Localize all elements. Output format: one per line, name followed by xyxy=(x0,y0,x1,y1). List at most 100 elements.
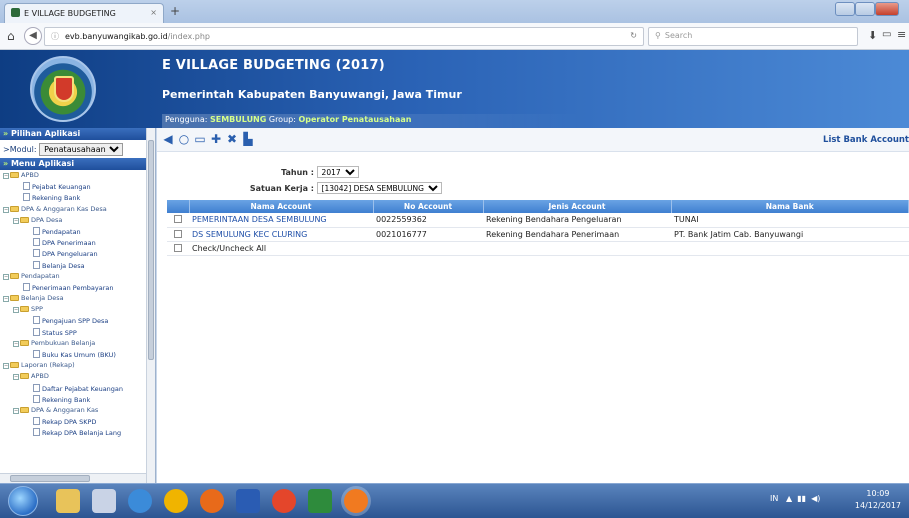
tree-folder[interactable]: − APBD xyxy=(0,372,155,383)
maximize-button[interactable] xyxy=(855,2,875,16)
tree-item[interactable]: Penerimaan Pembayaran xyxy=(0,282,155,294)
tree-item[interactable]: Pendapatan xyxy=(0,226,155,238)
tree-item[interactable]: DPA Pengeluaran xyxy=(0,249,155,260)
delete-icon[interactable]: ✖ xyxy=(225,132,239,147)
minimize-button[interactable] xyxy=(835,2,855,16)
tree-item[interactable]: Daftar Pejabat Keuangan xyxy=(0,383,155,395)
header-nama-bank[interactable]: Nama Bank xyxy=(671,200,909,213)
tree-folder[interactable]: − SPP xyxy=(0,305,155,316)
scrollbar-thumb[interactable] xyxy=(148,140,154,360)
add-icon[interactable]: ✚ xyxy=(209,132,223,147)
header-jenis-account[interactable]: Jenis Account xyxy=(483,200,672,213)
firefox-icon[interactable] xyxy=(344,489,368,513)
header-nama-account[interactable]: Nama Account xyxy=(189,200,374,213)
tray-arrow-icon[interactable]: ▲ xyxy=(781,494,792,503)
tree-item[interactable]: Rekap DPA SKPD xyxy=(0,417,155,428)
tahun-select[interactable]: 2017 xyxy=(316,166,359,178)
satker-select[interactable]: [13042] DESA SEMBULUNG xyxy=(316,182,442,194)
sidebar-horizontal-scrollbar[interactable] xyxy=(0,473,146,483)
folder-icon xyxy=(10,205,19,212)
collapse-toggle-icon[interactable]: − xyxy=(13,217,19,224)
collapse-toggle-icon[interactable]: − xyxy=(13,407,19,414)
word-icon[interactable] xyxy=(236,489,260,513)
collapse-toggle-icon[interactable]: − xyxy=(3,296,9,303)
tab-close-icon[interactable]: × xyxy=(150,8,157,17)
mail-icon[interactable] xyxy=(92,489,116,513)
sidebar-vertical-scrollbar[interactable] xyxy=(146,128,155,483)
modul-label: >Modul: xyxy=(3,145,37,154)
excel-icon[interactable] xyxy=(308,489,332,513)
tree-item[interactable]: Pejabat Keuangan xyxy=(0,182,155,193)
start-button[interactable] xyxy=(8,486,38,516)
collapse-toggle-icon[interactable]: − xyxy=(3,363,9,370)
download-icon[interactable]: ⬇ xyxy=(868,29,877,42)
tree-item[interactable]: Status SPP xyxy=(0,327,155,339)
print-icon[interactable]: ▙ xyxy=(241,132,255,147)
check-all-checkbox[interactable] xyxy=(174,243,182,252)
back-arrow-icon[interactable]: ◀ xyxy=(161,132,175,147)
taskbar-clock[interactable]: 10:09 14/12/2017 xyxy=(855,488,901,512)
volume-icon[interactable]: ◀) xyxy=(809,494,820,503)
folder-icon xyxy=(10,172,19,178)
tree-label: Pejabat Keuangan xyxy=(32,183,91,192)
row-checkbox[interactable] xyxy=(174,215,182,224)
info-icon[interactable]: ⓘ xyxy=(51,32,59,41)
tree-folder[interactable]: − Laporan (Rekap) xyxy=(0,361,155,372)
close-window-button[interactable] xyxy=(875,2,899,16)
row-checkbox[interactable] xyxy=(174,229,182,238)
tree-item[interactable]: DPA Penerimaan xyxy=(0,238,155,249)
collapse-toggle-icon[interactable]: − xyxy=(3,173,9,179)
page-icon xyxy=(33,350,40,358)
collapse-toggle-icon[interactable]: − xyxy=(3,273,9,280)
tree-item[interactable]: Rekap DPA Belanja Lang xyxy=(0,428,155,439)
browser-tab[interactable]: E VILLAGE BUDGETING × xyxy=(4,3,164,23)
search-input[interactable]: ⚲ Search xyxy=(648,27,858,46)
tree-item[interactable]: Rekening Bank xyxy=(0,394,155,406)
tree-folder[interactable]: − Pembukuan Belanja xyxy=(0,339,155,350)
modul-select[interactable]: Penatausahaan xyxy=(39,143,124,156)
account-link[interactable]: DS SEMULUNG KEC CLURING xyxy=(192,230,307,239)
new-tab-button[interactable]: + xyxy=(170,4,180,18)
search-icon: ⚲ xyxy=(655,31,661,40)
scrollbar-thumb[interactable] xyxy=(10,475,90,482)
tree-label: Pembukuan Belanja xyxy=(31,338,96,347)
tree-folder[interactable]: − APBD xyxy=(0,171,155,182)
library-icon[interactable]: ▭ xyxy=(882,29,891,40)
tree-item[interactable]: Buku Kas Umum (BKU) xyxy=(0,350,155,361)
check-all-label[interactable]: Check/Uncheck All xyxy=(189,241,909,256)
chrome-icon[interactable] xyxy=(272,489,296,513)
tree-folder[interactable]: − Pendapatan xyxy=(0,272,155,283)
file-explorer-icon[interactable] xyxy=(56,489,80,513)
tree-item[interactable]: Belanja Desa xyxy=(0,260,155,272)
language-indicator[interactable]: IN xyxy=(770,494,778,503)
home-icon[interactable]: ⌂ xyxy=(7,29,15,43)
reload-icon[interactable]: ↻ xyxy=(630,31,637,40)
internet-explorer-icon[interactable] xyxy=(128,489,152,513)
back-button[interactable]: ◀ xyxy=(24,27,42,45)
menu-icon[interactable]: ≡ xyxy=(897,28,906,41)
tree-label: Laporan (Rekap) xyxy=(21,361,75,370)
media-icon[interactable] xyxy=(164,489,188,513)
collapse-toggle-icon[interactable]: − xyxy=(13,340,19,347)
table-row[interactable]: PEMERINTAAN DESA SEMBULUNG 0022559362 Re… xyxy=(167,213,909,228)
tree-item[interactable]: Rekening Bank xyxy=(0,193,155,204)
tree-folder[interactable]: − DPA & Anggaran Kas Desa xyxy=(0,205,155,216)
tree-folder[interactable]: − DPA & Anggaran Kas xyxy=(0,406,155,417)
view-icon[interactable]: ▭ xyxy=(193,132,207,147)
tree-item[interactable]: Pengajuan SPP Desa xyxy=(0,316,155,327)
collapse-toggle-icon[interactable]: − xyxy=(3,206,9,213)
account-link[interactable]: PEMERINTAAN DESA SEMBULUNG xyxy=(192,215,327,224)
url-bar[interactable]: ⓘ evb.banyuwangikab.go.id/index.php ↻ xyxy=(44,27,644,46)
toolbar: ◀ ○ ▭ ✚ ✖ ▙ List Bank Account xyxy=(157,128,909,152)
network-icon[interactable]: ▮▮ xyxy=(795,494,806,503)
collapse-toggle-icon[interactable]: − xyxy=(13,307,19,314)
collapse-toggle-icon[interactable]: − xyxy=(13,374,19,381)
tree-folder[interactable]: − DPA Desa xyxy=(0,216,155,227)
player-icon[interactable] xyxy=(200,489,224,513)
header-no-account[interactable]: No Account xyxy=(373,200,484,213)
tree-folder[interactable]: − Belanja Desa xyxy=(0,294,155,305)
url-path: /index.php xyxy=(167,32,210,41)
cell-nama-bank: PT. Bank Jatim Cab. Banyuwangi xyxy=(671,227,909,242)
table-row[interactable]: DS SEMULUNG KEC CLURING 0021016777 Reken… xyxy=(167,227,909,242)
refresh-icon[interactable]: ○ xyxy=(177,132,191,147)
